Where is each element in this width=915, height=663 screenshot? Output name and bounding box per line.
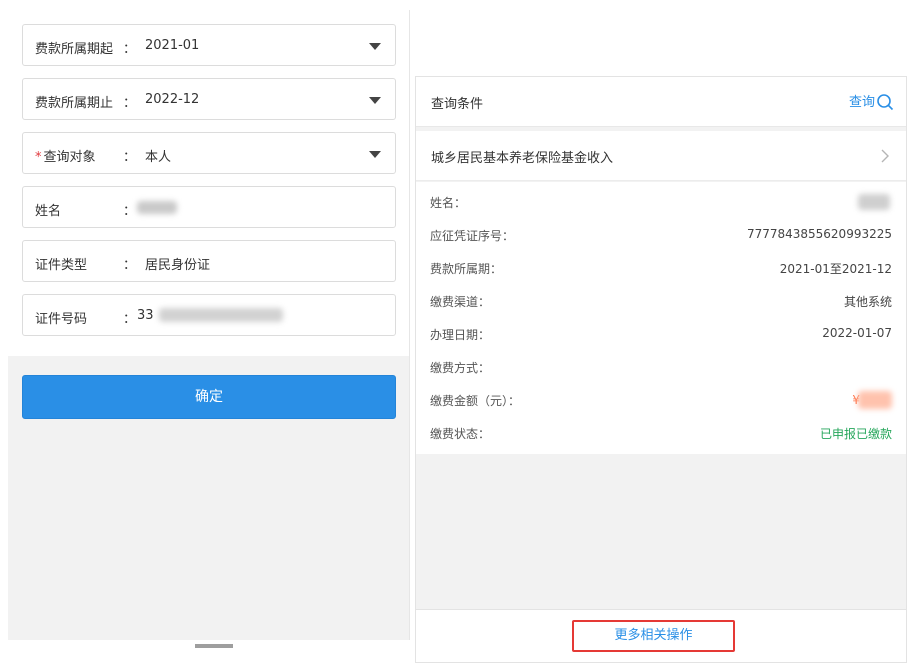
query-form: 费款所属期起 ： 2021-01 费款所属期止 ： 2022-12 * 查询对象 … bbox=[8, 10, 409, 356]
id-number-label: 证件号码 bbox=[35, 312, 88, 327]
period-end-label: 费款所属期止 bbox=[35, 96, 114, 111]
period-end-colon: ： bbox=[123, 96, 137, 111]
status-badge: 已申报已缴款 bbox=[819, 427, 892, 441]
detail-list: 姓名： 应征凭证序号： 7777843855620993225 费款所属期： 2… bbox=[416, 182, 906, 454]
query-button[interactable]: 查询 bbox=[849, 91, 894, 111]
chevron-right-icon bbox=[881, 149, 889, 163]
category-row[interactable]: 城乡居民基本养老保险基金收入 bbox=[416, 131, 906, 181]
name-label: 姓名 bbox=[35, 204, 62, 219]
detail-row-status: 缴费状态： 已申报已缴款 bbox=[430, 427, 892, 441]
category-title: 城乡居民基本养老保险基金收入 bbox=[431, 151, 614, 166]
id-number-redacted bbox=[159, 308, 283, 322]
detail-row-channel: 缴费渠道： 其他系统 bbox=[430, 295, 892, 309]
period-start-select[interactable]: 费款所属期起 ： 2021-01 bbox=[22, 24, 396, 66]
bottom-action-bar: 更多相关操作 bbox=[416, 609, 906, 662]
period-start-value: 2021-01 bbox=[145, 38, 200, 53]
name-redacted bbox=[858, 194, 890, 210]
query-form-panel: 费款所属期起 ： 2021-01 费款所属期止 ： 2022-12 * 查询对象 … bbox=[8, 10, 410, 648]
query-target-colon: ： bbox=[123, 150, 137, 165]
required-mark: * bbox=[35, 150, 42, 165]
query-target-label: * 查询对象 bbox=[35, 150, 96, 165]
detail-row-period: 费款所属期： 2021-01至2021-12 bbox=[430, 262, 892, 276]
query-target-select[interactable]: * 查询对象 ： 本人 bbox=[22, 132, 396, 174]
period-start-label: 费款所属期起 bbox=[35, 42, 114, 57]
id-type-label: 证件类型 bbox=[35, 258, 88, 273]
name-redacted bbox=[137, 201, 177, 214]
amount-redacted bbox=[858, 391, 892, 409]
id-number-value: 33 bbox=[137, 308, 154, 323]
detail-row-name: 姓名： bbox=[416, 192, 906, 212]
id-type-colon: ： bbox=[123, 258, 137, 273]
dropdown-caret-icon bbox=[369, 151, 381, 158]
detail-row-method: 缴费方式： bbox=[430, 361, 491, 375]
query-conditions-title: 查询条件 bbox=[431, 97, 484, 112]
dropdown-caret-icon bbox=[369, 97, 381, 104]
name-colon: ： bbox=[123, 204, 137, 219]
query-conditions-header: 查询条件 查询 bbox=[416, 77, 906, 127]
period-end-select[interactable]: 费款所属期止 ： 2022-12 bbox=[22, 78, 396, 120]
result-panel: 查询条件 查询 城乡居民基本养老保险基金收入 姓名： 应征凭证序号： 77778… bbox=[415, 76, 907, 663]
query-target-value: 本人 bbox=[145, 150, 172, 165]
name-field[interactable]: 姓名 ： bbox=[22, 186, 396, 228]
id-type-value: 居民身份证 bbox=[145, 258, 211, 273]
search-icon bbox=[877, 94, 894, 111]
detail-row-date: 办理日期： 2022-01-07 bbox=[430, 326, 892, 342]
more-actions-button[interactable]: 更多相关操作 bbox=[572, 620, 735, 652]
id-type-field[interactable]: 证件类型 ： 居民身份证 bbox=[22, 240, 396, 282]
scroll-handle[interactable] bbox=[195, 644, 233, 648]
id-number-colon: ： bbox=[123, 312, 137, 327]
confirm-button[interactable]: 确定 bbox=[22, 375, 396, 419]
period-end-value: 2022-12 bbox=[145, 92, 200, 107]
detail-row-voucher: 应征凭证序号： 7777843855620993225 bbox=[430, 227, 892, 243]
period-start-colon: ： bbox=[123, 42, 137, 57]
id-number-field[interactable]: 证件号码 ： 33 bbox=[22, 294, 396, 336]
detail-row-amount: 缴费金额（元）： ¥ bbox=[416, 390, 906, 410]
dropdown-caret-icon bbox=[369, 43, 381, 50]
